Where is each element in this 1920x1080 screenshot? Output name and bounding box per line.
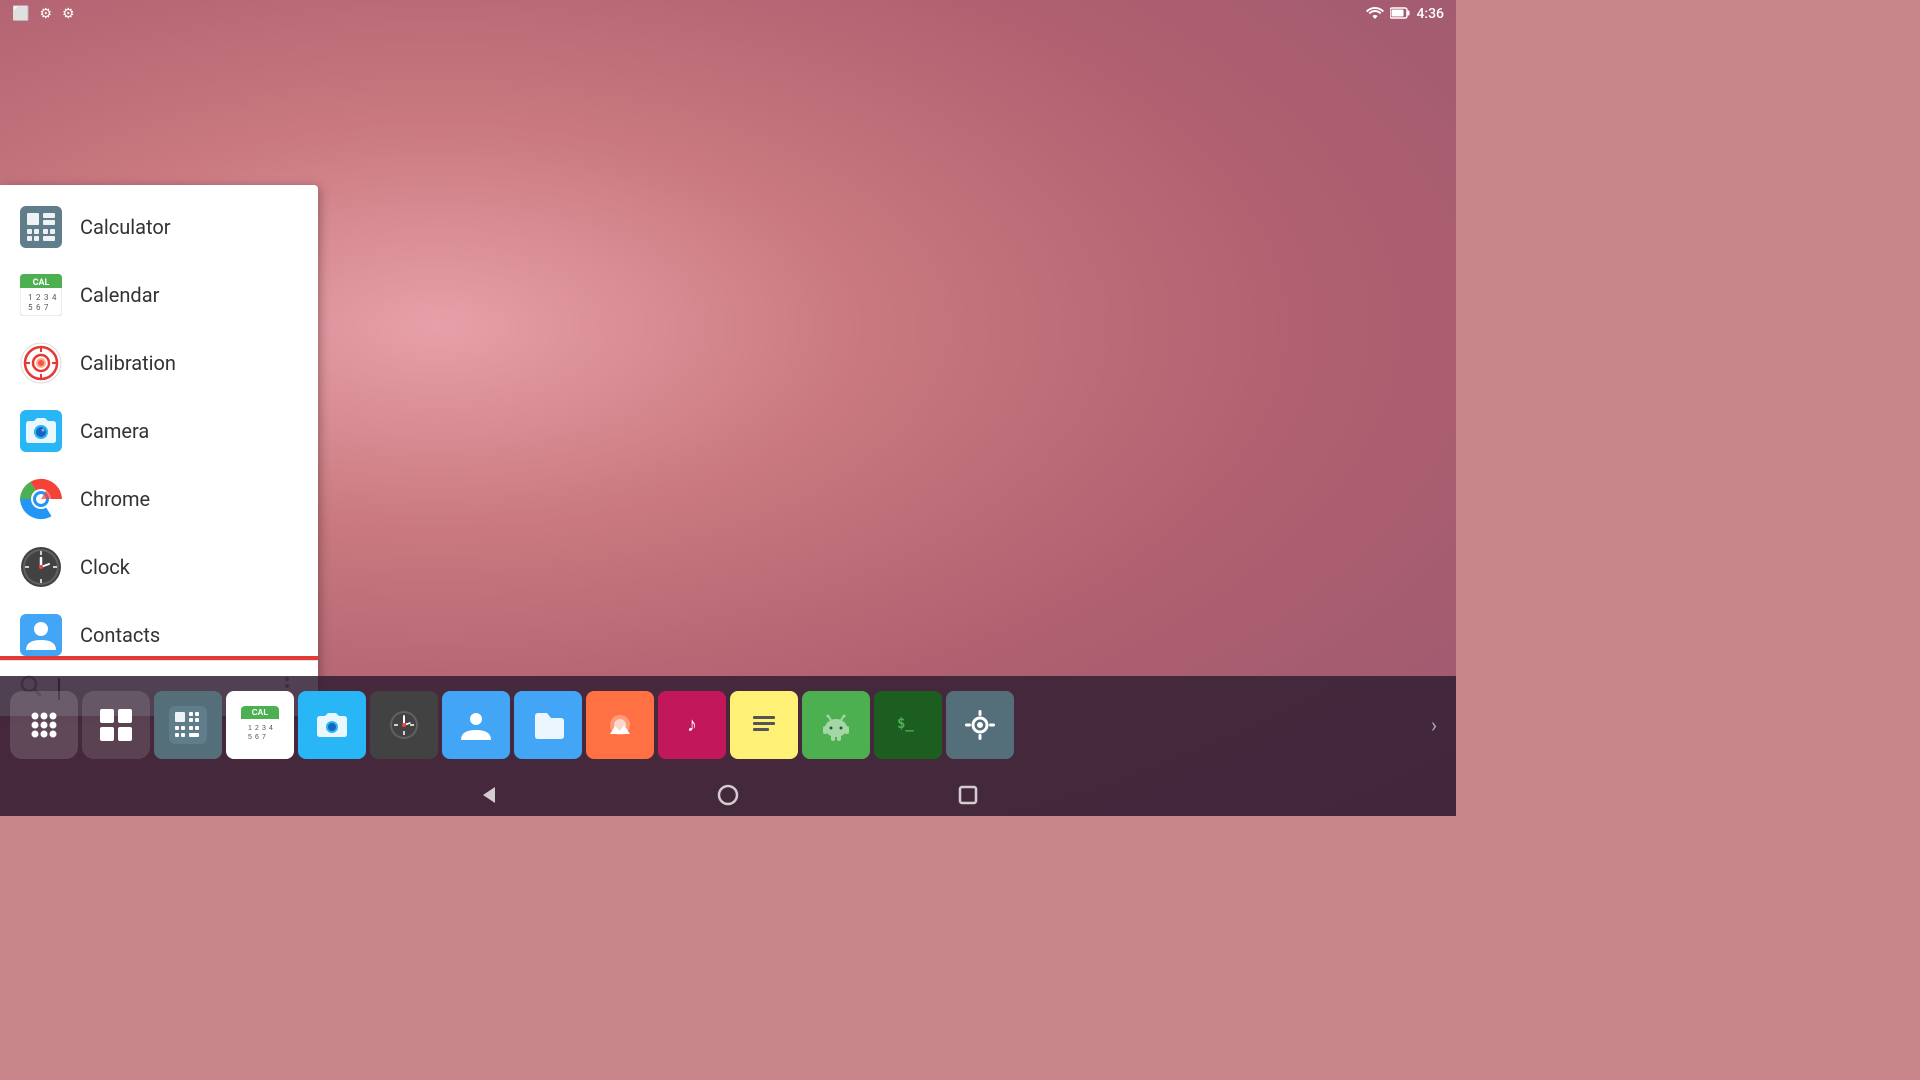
app-item-camera[interactable]: Camera: [0, 397, 318, 465]
app-item-calibration[interactable]: Calibration: [0, 329, 318, 397]
taskbar-contacts[interactable]: [442, 691, 510, 759]
taskbar-android[interactable]: [802, 691, 870, 759]
svg-text:7: 7: [44, 303, 49, 312]
svg-text:4: 4: [269, 725, 273, 732]
svg-text:3: 3: [44, 293, 49, 302]
calibration-label: Calibration: [80, 351, 176, 375]
taskbar-dashboard[interactable]: [82, 691, 150, 759]
svg-text:1: 1: [28, 293, 33, 302]
svg-text:2: 2: [255, 725, 259, 732]
svg-text:2: 2: [36, 293, 41, 302]
svg-text:6: 6: [255, 734, 259, 741]
contacts-label: Contacts: [80, 623, 160, 647]
taskbar-settings[interactable]: [946, 691, 1014, 759]
svg-text:CAL: CAL: [252, 708, 269, 717]
calculator-label: Calculator: [80, 215, 171, 239]
taskbar-files[interactable]: [514, 691, 582, 759]
taskbar-apps: CAL 1 2 3 4 5 6 7: [10, 691, 1422, 759]
taskbar-clock[interactable]: [370, 691, 438, 759]
nav-back-button[interactable]: [468, 780, 508, 810]
app-item-chrome[interactable]: Chrome: [0, 465, 318, 533]
svg-text:$_: $_: [897, 716, 914, 732]
calendar-label: Calendar: [80, 283, 159, 307]
battery-icon: [1390, 7, 1410, 22]
app-item-calendar[interactable]: CAL 1 2 3 4 5 6 7 Calendar: [0, 261, 318, 329]
svg-text:6: 6: [36, 303, 41, 312]
time-display: 4:36: [1416, 6, 1444, 22]
wifi-icon: [1366, 6, 1384, 23]
taskbar-notes[interactable]: [730, 691, 798, 759]
chrome-icon: [20, 478, 62, 520]
taskbar-camera[interactable]: [298, 691, 366, 759]
taskbar-photos[interactable]: [586, 691, 654, 759]
chrome-label: Chrome: [80, 487, 150, 511]
app-drawer: Calculator CAL 1 2 3 4 5 6 7 Cale: [0, 185, 318, 716]
nav-bar: [0, 774, 1456, 816]
svg-text:4: 4: [52, 293, 57, 302]
taskbar: CAL 1 2 3 4 5 6 7: [0, 676, 1456, 774]
status-bar-right: 4:36: [1366, 6, 1444, 23]
app-list: Calculator CAL 1 2 3 4 5 6 7 Cale: [0, 185, 318, 656]
camera-icon: [20, 410, 62, 452]
camera-label: Camera: [80, 419, 149, 443]
svg-text:5: 5: [248, 734, 252, 741]
svg-text:1: 1: [248, 725, 252, 732]
taskbar-arrow[interactable]: ›: [1422, 713, 1446, 737]
status-bar: ⬜ ⚙ ⚙ 4:36: [0, 0, 1456, 28]
app-item-calculator[interactable]: Calculator: [0, 193, 318, 261]
taskbar-music[interactable]: ♪: [658, 691, 726, 759]
nav-recents-button[interactable]: [948, 780, 988, 810]
clock-label: Clock: [80, 555, 130, 579]
taskbar-allapps[interactable]: [10, 691, 78, 759]
taskbar-terminal[interactable]: $_: [874, 691, 942, 759]
clock-icon: [20, 546, 62, 588]
svg-text:3: 3: [262, 725, 266, 732]
usb-icon: ⚙: [39, 6, 52, 22]
calendar-icon: CAL 1 2 3 4 5 6 7: [20, 274, 62, 316]
svg-text:♪: ♪: [687, 714, 697, 736]
nav-home-button[interactable]: [708, 780, 748, 810]
app-item-clock[interactable]: Clock: [0, 533, 318, 601]
calculator-icon: [20, 206, 62, 248]
usb2-icon: ⚙: [62, 6, 75, 22]
contacts-icon: [20, 614, 62, 656]
app-item-contacts[interactable]: Contacts: [0, 601, 318, 656]
taskbar-calculator[interactable]: [154, 691, 222, 759]
screen-icon: ⬜: [12, 6, 29, 22]
taskbar-calendar[interactable]: CAL 1 2 3 4 5 6 7: [226, 691, 294, 759]
svg-text:CAL: CAL: [33, 278, 50, 288]
calibration-icon: [20, 342, 62, 384]
svg-text:5: 5: [28, 303, 33, 312]
svg-text:7: 7: [262, 734, 266, 741]
status-bar-left: ⬜ ⚙ ⚙: [12, 6, 75, 22]
